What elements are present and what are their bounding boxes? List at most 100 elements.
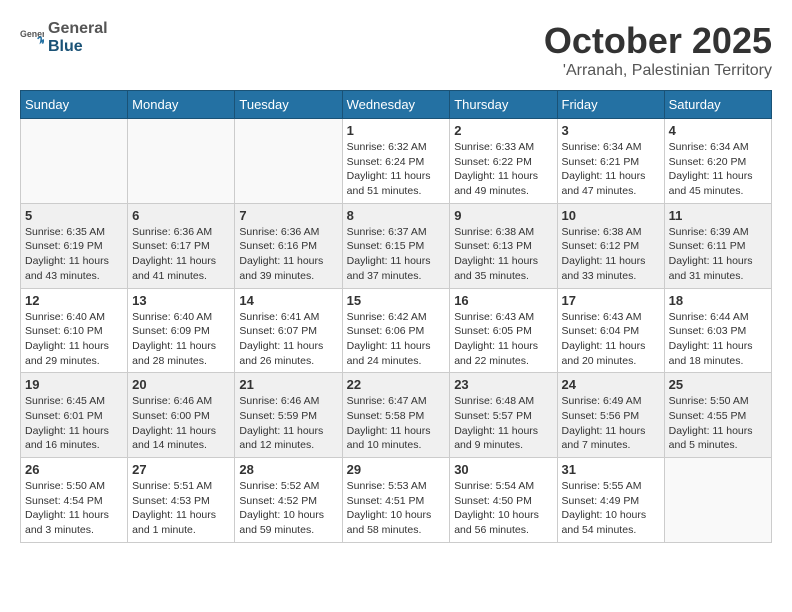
day-info: Sunrise: 6:49 AMSunset: 5:56 PMDaylight:… (562, 394, 660, 453)
table-row (235, 119, 342, 204)
day-number: 15 (347, 293, 446, 308)
table-row: 8 Sunrise: 6:37 AMSunset: 6:15 PMDaylight… (342, 203, 450, 288)
month-title: October 2025 (544, 20, 772, 62)
table-row: 26 Sunrise: 5:50 AMSunset: 4:54 PMDayligh… (21, 458, 128, 543)
header-thursday: Thursday (450, 91, 557, 119)
table-row: 3 Sunrise: 6:34 AMSunset: 6:21 PMDaylight… (557, 119, 664, 204)
day-info: Sunrise: 6:38 AMSunset: 6:12 PMDaylight:… (562, 225, 660, 284)
table-row: 19 Sunrise: 6:45 AMSunset: 6:01 PMDayligh… (21, 373, 128, 458)
title-section: October 2025 'Arranah, Palestinian Terri… (544, 20, 772, 80)
table-row: 31Sunrise: 5:55 AMSunset: 4:49 PMDayligh… (557, 458, 664, 543)
table-row: 14 Sunrise: 6:41 AMSunset: 6:07 PMDayligh… (235, 288, 342, 373)
logo-blue: Blue (48, 38, 83, 55)
day-info: Sunrise: 6:37 AMSunset: 6:15 PMDaylight:… (347, 225, 446, 284)
day-number: 8 (347, 208, 446, 223)
day-info: Sunrise: 6:33 AMSunset: 6:22 PMDaylight:… (454, 140, 552, 199)
day-number: 21 (239, 377, 337, 392)
day-number: 22 (347, 377, 446, 392)
table-row: 24 Sunrise: 6:49 AMSunset: 5:56 PMDayligh… (557, 373, 664, 458)
day-number: 11 (669, 208, 767, 223)
day-number: 17 (562, 293, 660, 308)
table-row: 10 Sunrise: 6:38 AMSunset: 6:12 PMDayligh… (557, 203, 664, 288)
day-number: 23 (454, 377, 552, 392)
table-row: 23 Sunrise: 6:48 AMSunset: 5:57 PMDayligh… (450, 373, 557, 458)
day-number: 4 (669, 123, 767, 138)
day-info: Sunrise: 6:38 AMSunset: 6:13 PMDaylight:… (454, 225, 552, 284)
table-row: 13Sunrise: 6:40 AMSunset: 6:09 PMDayligh… (128, 288, 235, 373)
calendar-week-row: 1 Sunrise: 6:32 AMSunset: 6:24 PMDaylight… (21, 119, 772, 204)
day-number: 1 (347, 123, 446, 138)
day-number: 16 (454, 293, 552, 308)
table-row: 7Sunrise: 6:36 AMSunset: 6:16 PMDaylight… (235, 203, 342, 288)
day-number: 25 (669, 377, 767, 392)
table-row: 17 Sunrise: 6:43 AMSunset: 6:04 PMDayligh… (557, 288, 664, 373)
day-number: 13 (132, 293, 230, 308)
calendar-week-row: 19 Sunrise: 6:45 AMSunset: 6:01 PMDayligh… (21, 373, 772, 458)
table-row: 18 Sunrise: 6:44 AMSunset: 6:03 PMDayligh… (664, 288, 771, 373)
day-info: Sunrise: 6:40 AMSunset: 6:10 PMDaylight:… (25, 310, 123, 369)
day-number: 29 (347, 462, 446, 477)
day-number: 14 (239, 293, 337, 308)
day-number: 26 (25, 462, 123, 477)
header-friday: Friday (557, 91, 664, 119)
table-row: 28Sunrise: 5:52 AMSunset: 4:52 PMDayligh… (235, 458, 342, 543)
day-info: Sunrise: 6:43 AMSunset: 6:05 PMDaylight:… (454, 310, 552, 369)
day-info: Sunrise: 6:42 AMSunset: 6:06 PMDaylight:… (347, 310, 446, 369)
calendar-week-row: 26 Sunrise: 5:50 AMSunset: 4:54 PMDayligh… (21, 458, 772, 543)
day-info: Sunrise: 6:34 AMSunset: 6:21 PMDaylight:… (562, 140, 660, 199)
day-number: 31 (562, 462, 660, 477)
day-number: 12 (25, 293, 123, 308)
table-row: 4Sunrise: 6:34 AMSunset: 6:20 PMDaylight… (664, 119, 771, 204)
header-monday: Monday (128, 91, 235, 119)
logo-icon: General (20, 26, 44, 50)
day-info: Sunrise: 6:41 AMSunset: 6:07 PMDaylight:… (239, 310, 337, 369)
day-number: 20 (132, 377, 230, 392)
table-row: 15 Sunrise: 6:42 AMSunset: 6:06 PMDayligh… (342, 288, 450, 373)
day-number: 24 (562, 377, 660, 392)
day-info: Sunrise: 6:35 AMSunset: 6:19 PMDaylight:… (25, 225, 123, 284)
day-info: Sunrise: 6:44 AMSunset: 6:03 PMDaylight:… (669, 310, 767, 369)
day-number: 18 (669, 293, 767, 308)
table-row: 29 Sunrise: 5:53 AMSunset: 4:51 PMDayligh… (342, 458, 450, 543)
page-header: General General Blue October 2025 'Arran… (20, 20, 772, 80)
day-info: Sunrise: 6:46 AMSunset: 6:00 PMDaylight:… (132, 394, 230, 453)
day-number: 3 (562, 123, 660, 138)
table-row (21, 119, 128, 204)
header-wednesday: Wednesday (342, 91, 450, 119)
table-row: 27 Sunrise: 5:51 AMSunset: 4:53 PMDayligh… (128, 458, 235, 543)
day-info: Sunrise: 5:51 AMSunset: 4:53 PMDaylight:… (132, 479, 230, 538)
table-row: 2 Sunrise: 6:33 AMSunset: 6:22 PMDaylight… (450, 119, 557, 204)
day-info: Sunrise: 6:43 AMSunset: 6:04 PMDaylight:… (562, 310, 660, 369)
calendar-week-row: 5 Sunrise: 6:35 AMSunset: 6:19 PMDaylight… (21, 203, 772, 288)
day-info: Sunrise: 6:46 AMSunset: 5:59 PMDaylight:… (239, 394, 337, 453)
logo: General General Blue (20, 20, 108, 56)
day-number: 19 (25, 377, 123, 392)
table-row: 1 Sunrise: 6:32 AMSunset: 6:24 PMDaylight… (342, 119, 450, 204)
day-info: Sunrise: 6:48 AMSunset: 5:57 PMDaylight:… (454, 394, 552, 453)
header-tuesday: Tuesday (235, 91, 342, 119)
header-sunday: Sunday (21, 91, 128, 119)
day-number: 9 (454, 208, 552, 223)
day-number: 28 (239, 462, 337, 477)
table-row: 20 Sunrise: 6:46 AMSunset: 6:00 PMDayligh… (128, 373, 235, 458)
day-info: Sunrise: 6:47 AMSunset: 5:58 PMDaylight:… (347, 394, 446, 453)
day-info: Sunrise: 6:36 AMSunset: 6:16 PMDaylight:… (239, 225, 337, 284)
day-info: Sunrise: 6:45 AMSunset: 6:01 PMDaylight:… (25, 394, 123, 453)
day-info: Sunrise: 5:50 AMSunset: 4:55 PMDaylight:… (669, 394, 767, 453)
table-row: 12 Sunrise: 6:40 AMSunset: 6:10 PMDayligh… (21, 288, 128, 373)
table-row: 16 Sunrise: 6:43 AMSunset: 6:05 PMDayligh… (450, 288, 557, 373)
table-row: 22 Sunrise: 6:47 AMSunset: 5:58 PMDayligh… (342, 373, 450, 458)
logo-general: General (48, 20, 108, 37)
table-row: 21 Sunrise: 6:46 AMSunset: 5:59 PMDayligh… (235, 373, 342, 458)
day-number: 10 (562, 208, 660, 223)
table-row: 5 Sunrise: 6:35 AMSunset: 6:19 PMDaylight… (21, 203, 128, 288)
day-info: Sunrise: 6:39 AMSunset: 6:11 PMDaylight:… (669, 225, 767, 284)
day-number: 5 (25, 208, 123, 223)
day-number: 2 (454, 123, 552, 138)
day-info: Sunrise: 5:54 AMSunset: 4:50 PMDaylight:… (454, 479, 552, 538)
calendar-header-row: Sunday Monday Tuesday Wednesday Thursday… (21, 91, 772, 119)
day-info: Sunrise: 5:50 AMSunset: 4:54 PMDaylight:… (25, 479, 123, 538)
day-info: Sunrise: 5:53 AMSunset: 4:51 PMDaylight:… (347, 479, 446, 538)
day-number: 27 (132, 462, 230, 477)
day-info: Sunrise: 6:32 AMSunset: 6:24 PMDaylight:… (347, 140, 446, 199)
